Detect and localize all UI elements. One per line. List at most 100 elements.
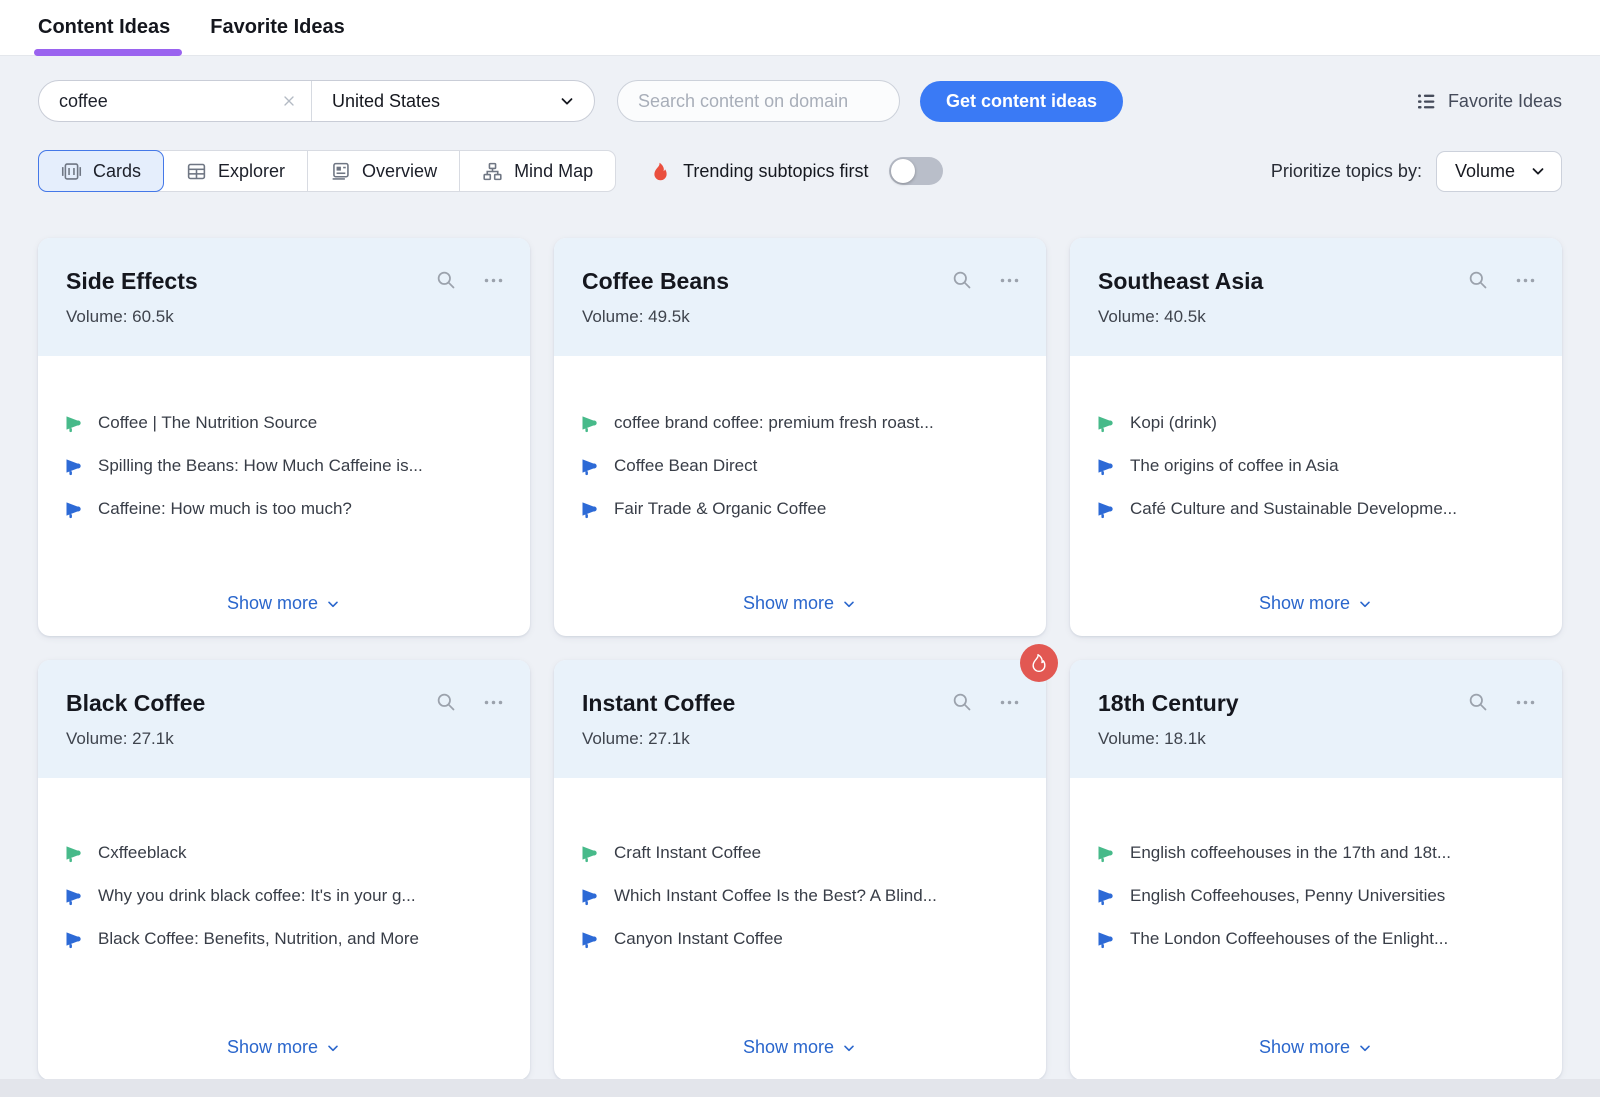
topic-card-black-coffee: Black Coffee Volume: 27.1k Cxffeeblack W…	[38, 660, 530, 1080]
headline-item[interactable]: Kopi (drink)	[1096, 412, 1536, 434]
headline-text: Coffee | The Nutrition Source	[98, 412, 317, 434]
top-tab-bar: Content Ideas Favorite Ideas	[0, 0, 1600, 56]
toggle-knob	[891, 159, 915, 183]
headline-text: English Coffeehouses, Penny Universities	[1130, 885, 1445, 907]
headline-text: Black Coffee: Benefits, Nutrition, and M…	[98, 928, 419, 950]
flame-icon	[650, 161, 671, 182]
megaphone-icon	[64, 886, 84, 906]
domain-search-input[interactable]	[617, 80, 900, 122]
card-search-icon[interactable]	[436, 270, 457, 291]
headline-item[interactable]: Café Culture and Sustainable Developme..…	[1096, 498, 1536, 520]
topic-card-southeast-asia: Southeast Asia Volume: 40.5k Kopi (drink…	[1070, 238, 1562, 636]
megaphone-icon	[580, 886, 600, 906]
headline-text: Fair Trade & Organic Coffee	[614, 498, 826, 520]
headline-item[interactable]: Craft Instant Coffee	[580, 842, 1020, 864]
show-more-button[interactable]: Show more	[227, 593, 341, 614]
card-volume: Volume: 27.1k	[66, 729, 502, 749]
tab-content-ideas-label: Content Ideas	[38, 16, 170, 39]
card-menu-icon[interactable]	[1515, 692, 1536, 713]
card-volume: Volume: 27.1k	[582, 729, 1018, 749]
megaphone-icon	[1096, 413, 1116, 433]
card-menu-icon[interactable]	[999, 270, 1020, 291]
favorite-ideas-link[interactable]: Favorite Ideas	[1416, 91, 1562, 112]
headline-item[interactable]: Why you drink black coffee: It's in your…	[64, 885, 504, 907]
country-select[interactable]: United States	[311, 81, 594, 121]
card-search-icon[interactable]	[952, 270, 973, 291]
megaphone-icon	[64, 413, 84, 433]
headline-text: The London Coffeehouses of the Enlight..…	[1130, 928, 1448, 950]
card-header: Southeast Asia Volume: 40.5k	[1070, 238, 1562, 356]
view-tab-overview-label: Overview	[362, 161, 437, 182]
card-search-icon[interactable]	[1468, 692, 1489, 713]
view-tab-mindmap[interactable]: Mind Map	[460, 151, 615, 191]
get-content-ideas-button[interactable]: Get content ideas	[920, 81, 1123, 122]
view-tab-explorer[interactable]: Explorer	[164, 151, 308, 191]
show-more-label: Show more	[1259, 1037, 1350, 1058]
view-switcher: Cards Explorer Overview Mind Map	[38, 150, 616, 192]
card-menu-icon[interactable]	[483, 692, 504, 713]
megaphone-icon	[1096, 886, 1116, 906]
headline-item[interactable]: The London Coffeehouses of the Enlight..…	[1096, 928, 1536, 950]
show-more-button[interactable]: Show more	[227, 1037, 341, 1058]
prioritize-select[interactable]: Volume	[1436, 151, 1562, 192]
trending-toggle-label: Trending subtopics first	[683, 161, 868, 182]
keyword-input[interactable]	[59, 91, 281, 112]
card-volume: Volume: 60.5k	[66, 307, 502, 327]
card-search-icon[interactable]	[436, 692, 457, 713]
headline-item[interactable]: Caffeine: How much is too much?	[64, 498, 504, 520]
cards-icon	[61, 161, 82, 182]
headline-item[interactable]: coffee brand coffee: premium fresh roast…	[580, 412, 1020, 434]
card-search-icon[interactable]	[952, 692, 973, 713]
headline-item[interactable]: English coffeehouses in the 17th and 18t…	[1096, 842, 1536, 864]
headline-text: The origins of coffee in Asia	[1130, 455, 1339, 477]
headline-list: coffee brand coffee: premium fresh roast…	[554, 356, 1046, 541]
view-tab-mindmap-label: Mind Map	[514, 161, 593, 182]
show-more-label: Show more	[227, 1037, 318, 1058]
headline-item[interactable]: English Coffeehouses, Penny Universities	[1096, 885, 1536, 907]
view-tab-overview[interactable]: Overview	[308, 151, 460, 191]
topic-card-coffee-beans: Coffee Beans Volume: 49.5k coffee brand …	[554, 238, 1046, 636]
search-row: United States Get content ideas Favorite…	[38, 80, 1562, 122]
list-icon	[1416, 91, 1437, 112]
headline-item[interactable]: Black Coffee: Benefits, Nutrition, and M…	[64, 928, 504, 950]
card-search-icon[interactable]	[1468, 270, 1489, 291]
tab-favorite-ideas[interactable]: Favorite Ideas	[210, 0, 345, 56]
megaphone-icon	[580, 843, 600, 863]
trending-toggle[interactable]	[889, 157, 943, 185]
headline-item[interactable]: Spilling the Beans: How Much Caffeine is…	[64, 455, 504, 477]
topic-card-18th-century: 18th Century Volume: 18.1k English coffe…	[1070, 660, 1562, 1080]
card-menu-icon[interactable]	[483, 270, 504, 291]
topic-cards-grid: Side Effects Volume: 60.5k Coffee | The …	[38, 238, 1562, 1080]
headline-text: Craft Instant Coffee	[614, 842, 761, 864]
headline-list: English coffeehouses in the 17th and 18t…	[1070, 778, 1562, 971]
headline-item[interactable]: Fair Trade & Organic Coffee	[580, 498, 1020, 520]
show-more-button[interactable]: Show more	[743, 593, 857, 614]
headline-list: Coffee | The Nutrition Source Spilling t…	[38, 356, 530, 541]
card-menu-icon[interactable]	[1515, 270, 1536, 291]
headline-item[interactable]: The origins of coffee in Asia	[1096, 455, 1536, 477]
chevron-down-icon	[558, 92, 576, 110]
headline-item[interactable]: Coffee | The Nutrition Source	[64, 412, 504, 434]
chevron-down-icon	[1357, 1040, 1373, 1056]
clear-keyword-icon[interactable]	[281, 93, 297, 109]
card-menu-icon[interactable]	[999, 692, 1020, 713]
megaphone-icon	[64, 929, 84, 949]
prioritize-value: Volume	[1455, 161, 1515, 182]
prioritize-label: Prioritize topics by:	[1271, 161, 1422, 182]
show-more-button[interactable]: Show more	[743, 1037, 857, 1058]
show-more-button[interactable]: Show more	[1259, 1037, 1373, 1058]
headline-item[interactable]: Canyon Instant Coffee	[580, 928, 1020, 950]
megaphone-icon	[580, 499, 600, 519]
headline-item[interactable]: Coffee Bean Direct	[580, 455, 1020, 477]
chevron-down-icon	[1357, 596, 1373, 612]
headline-item[interactable]: Which Instant Coffee Is the Best? A Blin…	[580, 885, 1020, 907]
chevron-down-icon	[325, 596, 341, 612]
headline-item[interactable]: Cxffeeblack	[64, 842, 504, 864]
chevron-down-icon	[1529, 162, 1547, 180]
show-more-label: Show more	[743, 1037, 834, 1058]
tab-content-ideas[interactable]: Content Ideas	[38, 0, 170, 56]
show-more-button[interactable]: Show more	[1259, 593, 1373, 614]
view-tab-cards[interactable]: Cards	[38, 150, 164, 192]
headline-text: coffee brand coffee: premium fresh roast…	[614, 412, 934, 434]
headline-text: Cxffeeblack	[98, 842, 187, 864]
